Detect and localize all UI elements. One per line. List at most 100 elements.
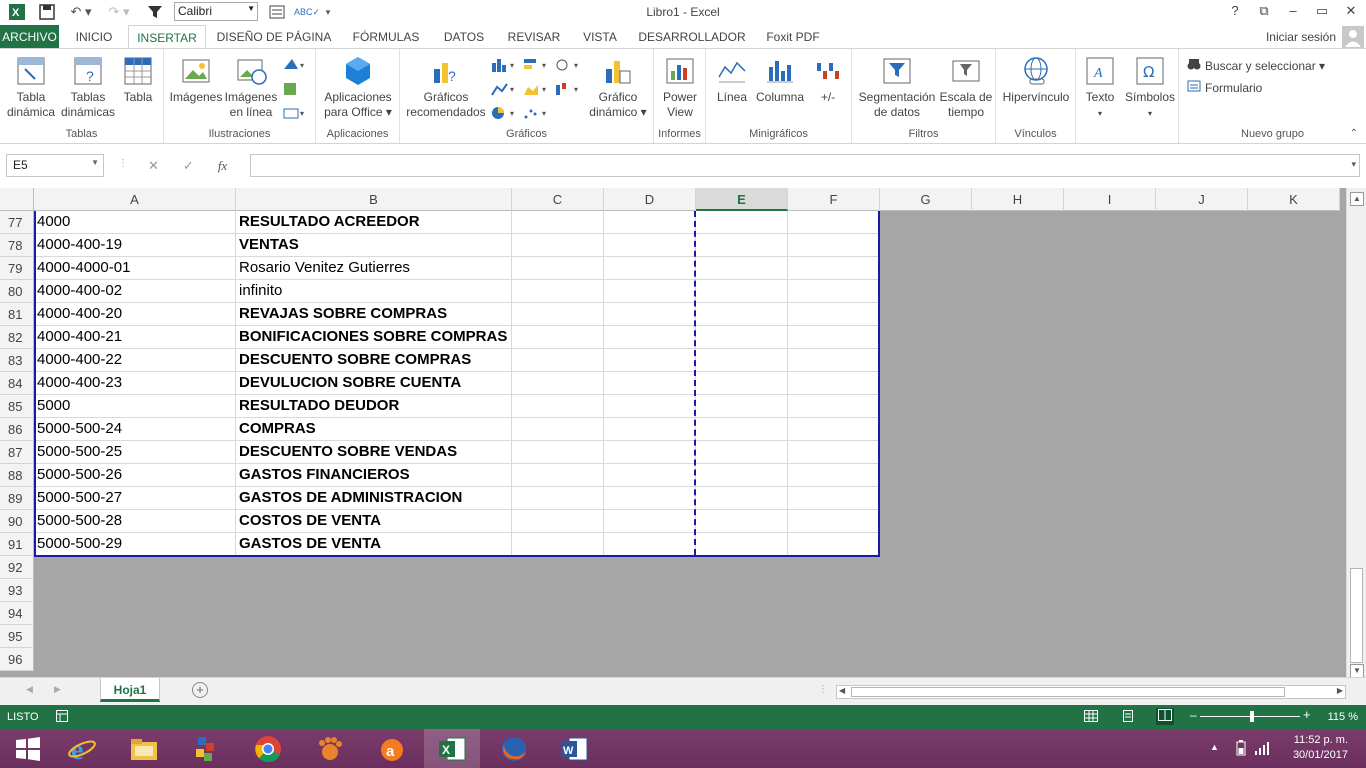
cell-b88[interactable]: GASTOS FINANCIEROS — [236, 464, 512, 487]
tab-datos[interactable]: DATOS — [436, 25, 492, 49]
cell-f79[interactable] — [788, 257, 880, 280]
vertical-scrollbar[interactable]: ▲ ▼ — [1346, 188, 1366, 678]
cell-a78[interactable]: 4000-400-19 — [34, 234, 236, 257]
cell-b86[interactable]: COMPRAS — [236, 418, 512, 441]
help-button[interactable]: ? — [1223, 3, 1247, 21]
smartart-icon[interactable] — [282, 81, 308, 97]
cell-f80[interactable] — [788, 280, 880, 303]
cell-c89[interactable] — [512, 487, 604, 510]
zoom-in-icon[interactable]: + — [1303, 707, 1311, 722]
column-header-c[interactable]: C — [512, 188, 604, 211]
cell-b83[interactable]: DESCUENTO SOBRE COMPRAS — [236, 349, 512, 372]
column-header-k[interactable]: K — [1248, 188, 1340, 211]
row-header[interactable]: 88 — [0, 464, 34, 487]
cell-f87[interactable] — [788, 441, 880, 464]
cell-f91[interactable] — [788, 533, 880, 556]
cell-d91[interactable] — [604, 533, 696, 556]
cell-c78[interactable] — [512, 234, 604, 257]
row-header[interactable]: 95 — [0, 625, 34, 648]
column-chart-icon[interactable]: ▾ — [490, 57, 520, 73]
tab-insertar[interactable]: INSERTAR — [128, 25, 206, 50]
row-header[interactable]: 83 — [0, 349, 34, 372]
column-header-a[interactable]: A — [34, 188, 236, 211]
user-avatar-icon[interactable] — [1342, 26, 1364, 48]
cell-a82[interactable]: 4000-400-21 — [34, 326, 236, 349]
cell-c91[interactable] — [512, 533, 604, 556]
cell-b89[interactable]: GASTOS DE ADMINISTRACION — [236, 487, 512, 510]
cell-e78[interactable] — [696, 234, 788, 257]
recommended-pivots-button[interactable]: ? Tablas dinámicas — [60, 55, 116, 120]
tab-archivo[interactable]: ARCHIVO — [0, 25, 59, 49]
cell-f85[interactable] — [788, 395, 880, 418]
show-hidden-icons-icon[interactable]: ▲ — [1210, 742, 1219, 752]
cell-b90[interactable]: COSTOS DE VENTA — [236, 510, 512, 533]
macro-record-icon[interactable] — [56, 710, 68, 725]
battery-icon[interactable] — [1236, 740, 1246, 759]
sparkline-winloss-button[interactable]: +/- — [808, 55, 848, 105]
column-header-e[interactable]: E — [696, 188, 788, 211]
sparkline-column-button[interactable]: Columna — [754, 55, 806, 105]
column-header-f[interactable]: F — [788, 188, 880, 211]
pivot-table-button[interactable]: Tabla dinámica — [4, 55, 58, 120]
zoom-level[interactable]: 115 % — [1328, 711, 1358, 723]
power-view-button[interactable]: Power View — [656, 55, 704, 120]
close-button[interactable]: ✕ — [1339, 3, 1363, 21]
cell-d85[interactable] — [604, 395, 696, 418]
cell-f88[interactable] — [788, 464, 880, 487]
cell-c77[interactable] — [512, 211, 604, 234]
add-sheet-icon[interactable]: + — [192, 682, 208, 698]
scroll-down-icon[interactable]: ▼ — [1350, 664, 1364, 678]
internet-explorer-icon[interactable]: e — [54, 729, 110, 768]
cell-d86[interactable] — [604, 418, 696, 441]
cell-e85[interactable] — [696, 395, 788, 418]
cell-d90[interactable] — [604, 510, 696, 533]
cell-e88[interactable] — [696, 464, 788, 487]
excel-taskbar-icon[interactable]: X — [424, 729, 480, 768]
row-header[interactable]: 85 — [0, 395, 34, 418]
cell-e80[interactable] — [696, 280, 788, 303]
cell-b91[interactable]: GASTOS DE VENTA — [236, 533, 512, 556]
cell-f84[interactable] — [788, 372, 880, 395]
cell-c86[interactable] — [512, 418, 604, 441]
cell-c80[interactable] — [512, 280, 604, 303]
column-header-g[interactable]: G — [880, 188, 972, 211]
pie-chart-icon[interactable]: ▾ — [490, 105, 520, 121]
cell-c90[interactable] — [512, 510, 604, 533]
row-header[interactable]: 92 — [0, 556, 34, 579]
row-header[interactable]: 78 — [0, 234, 34, 257]
signin-link[interactable]: Iniciar sesión — [1266, 30, 1336, 44]
paw-app-icon[interactable] — [302, 729, 358, 768]
cell-a88[interactable]: 5000-500-26 — [34, 464, 236, 487]
ribbon-display-button[interactable]: ⧉ — [1252, 3, 1276, 21]
column-header-d[interactable]: D — [604, 188, 696, 211]
hyperlink-button[interactable]: Hipervínculo — [998, 55, 1074, 105]
line-chart-icon[interactable]: ▾ — [490, 81, 520, 97]
cell-e77[interactable] — [696, 211, 788, 234]
cell-b82[interactable]: BONIFICACIONES SOBRE COMPRAS — [236, 326, 512, 349]
hierarchy-chart-icon[interactable]: ▾ — [554, 57, 584, 73]
collapse-ribbon-icon[interactable]: ⌃ — [1350, 128, 1358, 139]
cell-e83[interactable] — [696, 349, 788, 372]
maximize-button[interactable]: ▭ — [1310, 3, 1334, 21]
cell-d83[interactable] — [604, 349, 696, 372]
cell-b85[interactable]: RESULTADO DEUDOR — [236, 395, 512, 418]
cell-b81[interactable]: REVAJAS SOBRE COMPRAS — [236, 303, 512, 326]
formula-bar-splitter-icon[interactable]: ⋮ — [118, 158, 128, 169]
cell-e86[interactable] — [696, 418, 788, 441]
cell-b77[interactable]: RESULTADO ACREEDOR — [236, 211, 512, 234]
cell-e90[interactable] — [696, 510, 788, 533]
column-header-b[interactable]: B — [236, 188, 512, 211]
network-signal-icon[interactable] — [1254, 740, 1270, 759]
slicer-button[interactable]: Segmentación de datos — [856, 55, 938, 120]
horizontal-scrollbar[interactable]: ◀ ▶ — [836, 685, 1346, 699]
row-header[interactable]: 77 — [0, 211, 34, 234]
chrome-icon[interactable] — [240, 729, 296, 768]
cell-c83[interactable] — [512, 349, 604, 372]
cell-e91[interactable] — [696, 533, 788, 556]
cell-c79[interactable] — [512, 257, 604, 280]
scroll-left-icon[interactable]: ◀ — [839, 686, 845, 695]
online-pictures-button[interactable]: Imágenes en línea — [224, 55, 278, 120]
row-header[interactable]: 86 — [0, 418, 34, 441]
tab-desarrollador[interactable]: DESARROLLADOR — [632, 25, 752, 49]
cell-f82[interactable] — [788, 326, 880, 349]
